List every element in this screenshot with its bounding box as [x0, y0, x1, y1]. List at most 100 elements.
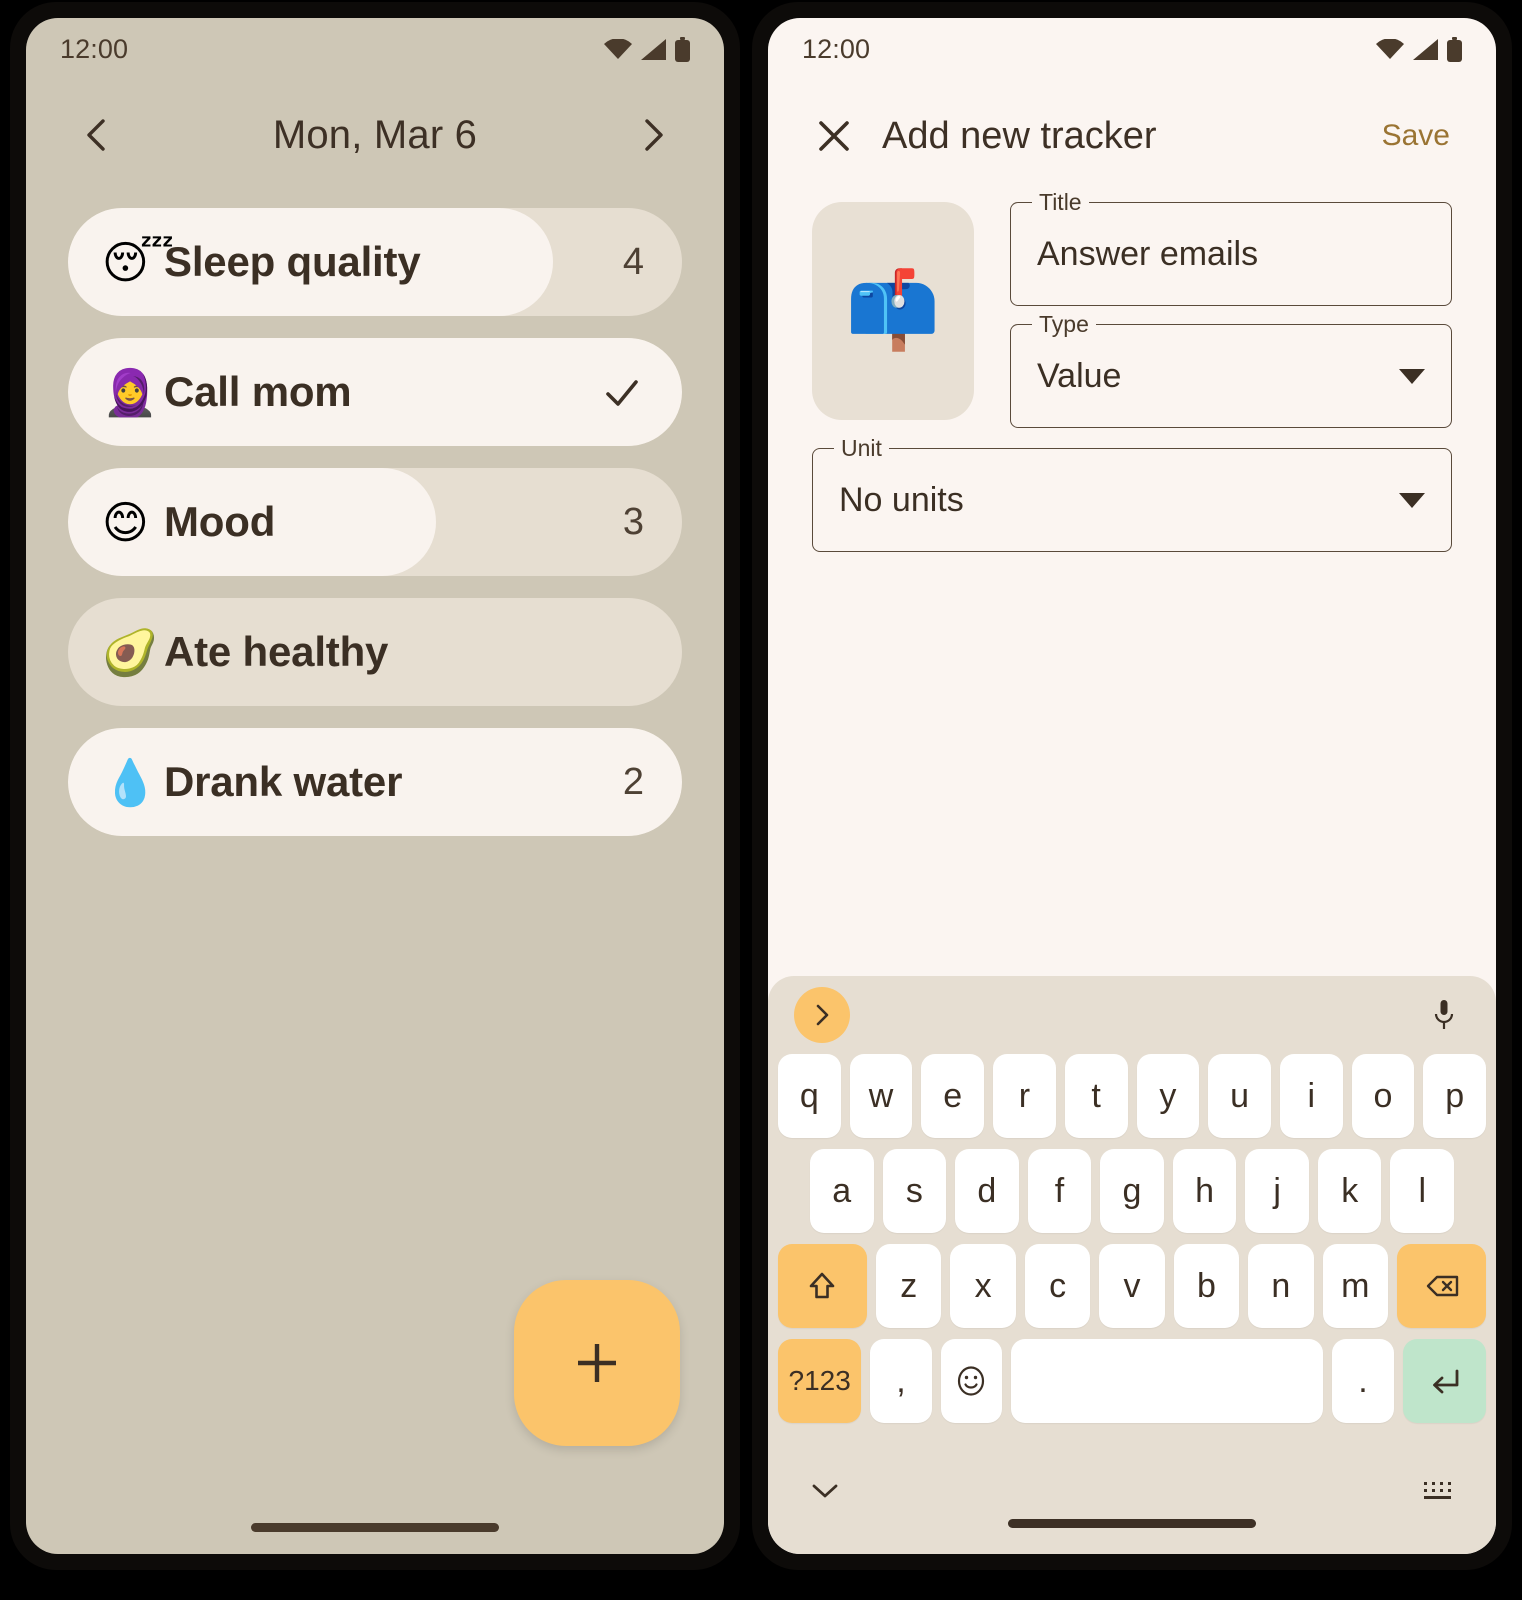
type-select[interactable]: Value	[1010, 324, 1452, 428]
tracker-row[interactable]: 🧕 Call mom	[68, 338, 682, 446]
backspace-key[interactable]	[1397, 1244, 1487, 1328]
expand-suggestions-button[interactable]	[794, 987, 850, 1043]
hide-keyboard-button[interactable]	[808, 1478, 842, 1502]
tracker-row[interactable]: 😴 Sleep quality 4	[68, 208, 682, 316]
battery-icon	[675, 36, 690, 62]
unit-select-value: No units	[839, 480, 964, 519]
app-bar-title: Add new tracker	[882, 114, 1157, 157]
avocado-emoji: 🥑	[102, 626, 159, 678]
key-j[interactable]: j	[1245, 1149, 1309, 1233]
chevron-down-icon	[1399, 492, 1425, 508]
chevron-down-icon	[1399, 368, 1425, 384]
tracker-form: 📫 Answer emails Title Value Type No unit…	[768, 189, 1496, 552]
close-button[interactable]	[810, 112, 858, 160]
key-s[interactable]: s	[882, 1149, 947, 1233]
status-icons	[604, 36, 690, 62]
tracker-row-content: 😴 Sleep quality 4	[68, 208, 682, 316]
phone-right: 12:00 Add new tracker Save 📫 Answer emai…	[752, 2, 1512, 1570]
key-z[interactable]: z	[875, 1244, 942, 1328]
key-w[interactable]: w	[849, 1054, 913, 1138]
wifi-icon	[604, 39, 632, 59]
title-field-wrapper: Answer emails Title	[1010, 189, 1452, 306]
microphone-icon	[1434, 1000, 1454, 1029]
type-field-wrapper: Value Type	[1010, 311, 1452, 428]
home-indicator[interactable]	[1008, 1519, 1256, 1528]
key-x[interactable]: x	[950, 1244, 1016, 1328]
space-key[interactable]	[1010, 1339, 1324, 1423]
page-title: Mon, Mar 6	[272, 112, 478, 157]
key-h[interactable]: h	[1172, 1149, 1237, 1233]
unit-select[interactable]: No units	[812, 448, 1452, 552]
keyboard-row-4: ?123 , .	[778, 1339, 1486, 1423]
gesture-bar-right	[768, 1519, 1496, 1528]
chevron-right-icon	[645, 119, 663, 151]
status-time: 12:00	[60, 33, 129, 64]
key-u[interactable]: u	[1208, 1054, 1271, 1138]
key-y[interactable]: y	[1136, 1054, 1200, 1138]
mailbox-emoji: 📫	[845, 268, 941, 353]
previous-day-button[interactable]	[70, 108, 124, 162]
wifi-icon	[1376, 39, 1404, 59]
key-r[interactable]: r	[993, 1054, 1056, 1138]
key-f[interactable]: f	[1027, 1149, 1092, 1233]
tracker-row[interactable]: 🥑 Ate healthy	[68, 598, 682, 706]
tracker-value: 3	[622, 500, 644, 543]
keyboard-bottom-bar	[768, 1434, 1496, 1546]
tracker-label: Sleep quality	[164, 238, 421, 285]
key-v[interactable]: v	[1099, 1244, 1165, 1328]
home-indicator[interactable]	[251, 1523, 499, 1532]
emoji-key[interactable]	[940, 1339, 1002, 1423]
screen-add-tracker: 12:00 Add new tracker Save 📫 Answer emai…	[768, 18, 1496, 1554]
status-icons	[1376, 36, 1462, 62]
add-tracker-fab[interactable]	[514, 1280, 680, 1446]
status-time: 12:00	[802, 33, 871, 64]
tracker-row[interactable]: 💧 Drank water 2	[68, 728, 682, 836]
key-n[interactable]: n	[1248, 1244, 1314, 1328]
symbols-key[interactable]: ?123	[778, 1339, 862, 1423]
tracker-row-content: 🥑 Ate healthy	[68, 598, 682, 706]
switch-keyboard-button[interactable]	[1420, 1476, 1456, 1504]
next-day-button[interactable]	[626, 108, 680, 162]
key-b[interactable]: b	[1173, 1244, 1240, 1328]
tracker-label: Mood	[164, 498, 276, 545]
backspace-icon	[1426, 1275, 1458, 1297]
sleeping-face-emoji: 😴	[102, 236, 175, 288]
key-c[interactable]: c	[1024, 1244, 1091, 1328]
key-k[interactable]: k	[1317, 1149, 1382, 1233]
on-screen-keyboard: q w e r t y u i o p a s d f g h j k l z …	[768, 976, 1496, 1554]
keyboard-rows: q w e r t y u i o p a s d f g h j k l z …	[768, 1054, 1496, 1423]
voice-input-button[interactable]	[1422, 993, 1466, 1037]
key-t[interactable]: t	[1064, 1054, 1128, 1138]
key-a[interactable]: a	[809, 1149, 874, 1233]
key-l[interactable]: l	[1390, 1149, 1455, 1233]
key-p[interactable]: p	[1423, 1054, 1487, 1138]
period-key[interactable]: .	[1332, 1339, 1394, 1423]
shift-icon	[810, 1272, 835, 1299]
emoji-picker-button[interactable]: 📫	[812, 202, 974, 420]
tracker-row-content: 🧕 Call mom	[68, 338, 682, 446]
tracker-row[interactable]: 😊 Mood 3	[68, 468, 682, 576]
key-o[interactable]: o	[1351, 1054, 1415, 1138]
key-e[interactable]: e	[921, 1054, 985, 1138]
comma-key[interactable]: ,	[870, 1339, 932, 1423]
screenshot-stage: 12:00 Mon, Mar 6 😴 Sleep quality 4 🧕 Cal…	[0, 0, 1522, 1600]
form-top-row: 📫 Answer emails Title Value Type	[812, 189, 1452, 428]
tracker-value: 4	[622, 240, 644, 283]
keyboard-row-1: q w e r t y u i o p	[777, 1054, 1487, 1138]
title-input[interactable]: Answer emails	[1010, 202, 1452, 306]
key-m[interactable]: m	[1322, 1244, 1389, 1328]
key-q[interactable]: q	[777, 1054, 841, 1138]
key-g[interactable]: g	[1100, 1149, 1164, 1233]
woman-with-headscarf-emoji: 🧕	[102, 366, 159, 418]
key-i[interactable]: i	[1279, 1054, 1343, 1138]
form-fields: Answer emails Title Value Type	[1010, 189, 1452, 428]
status-bar-right: 12:00	[768, 18, 1496, 80]
type-select-value: Value	[1037, 356, 1122, 395]
tracker-label: Ate healthy	[164, 628, 389, 675]
key-d[interactable]: d	[955, 1149, 1019, 1233]
shift-key[interactable]	[777, 1244, 867, 1328]
save-button[interactable]: Save	[1380, 115, 1452, 157]
enter-key[interactable]	[1402, 1339, 1486, 1423]
keyboard-row-3: z x c v b n m	[777, 1244, 1487, 1328]
plus-icon	[578, 1344, 616, 1382]
